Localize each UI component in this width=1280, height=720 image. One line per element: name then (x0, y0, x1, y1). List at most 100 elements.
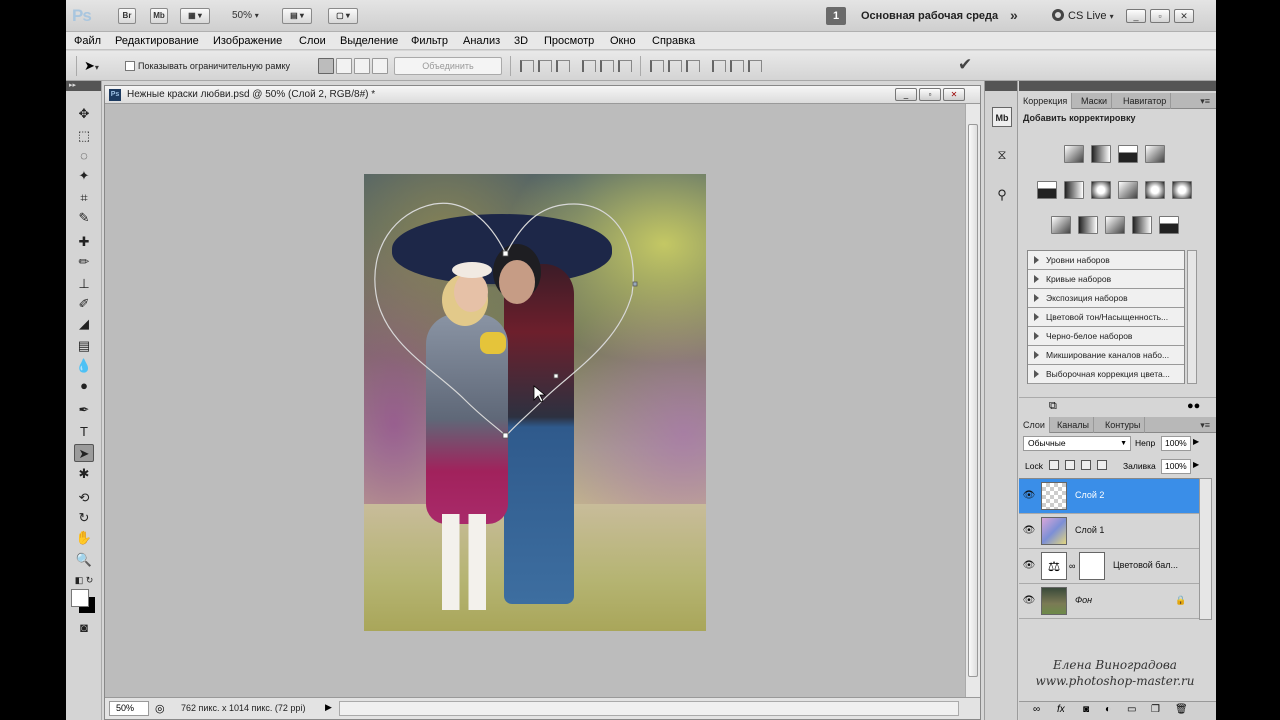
menu-filter[interactable]: Фильтр (411, 35, 448, 47)
layer-row[interactable]: 👁 ⚖ ∞ Цветовой бал... (1019, 549, 1199, 584)
new-layer-icon[interactable]: ❐ (1151, 704, 1160, 715)
new-adjustment-icon[interactable]: ◐ (1105, 704, 1111, 715)
exposure-icon[interactable] (1145, 145, 1165, 163)
view-extras-button[interactable]: ▦ ▾ (180, 8, 210, 24)
preset-item[interactable]: Цветовой тон/Насыщенность... (1028, 308, 1184, 327)
photo-canvas[interactable] (364, 174, 706, 631)
fill-field[interactable]: 100% (1161, 459, 1191, 474)
foreground-color-swatch-front[interactable] (71, 589, 89, 607)
anchor-point[interactable] (502, 432, 509, 439)
canvas-area[interactable] (105, 104, 965, 697)
view-options-icon[interactable]: ●● (1187, 400, 1200, 412)
minimize-button[interactable]: _ (1126, 9, 1146, 23)
align-hcenter-icon[interactable] (600, 60, 614, 72)
align-bottom-icon[interactable] (556, 60, 570, 72)
anchor-point[interactable] (502, 250, 509, 257)
delete-layer-icon[interactable]: 🗑 (1175, 704, 1188, 715)
document-close-button[interactable]: ✕ (943, 88, 965, 101)
preset-item[interactable]: Черно-белое наборов (1028, 327, 1184, 346)
visibility-eye-icon[interactable]: 👁 (1022, 489, 1036, 503)
distribute-bottom-icon[interactable] (686, 60, 700, 72)
combine-button[interactable]: Объединить (394, 57, 502, 75)
panels-header[interactable] (1019, 81, 1216, 91)
tab-navigator[interactable]: Навигатор (1119, 93, 1172, 109)
pen-tool-icon[interactable]: ✒ (74, 401, 94, 419)
shape-mode-add-icon[interactable] (318, 58, 334, 74)
layer-row[interactable]: 👁 Фон 🔒 (1019, 584, 1199, 619)
workspace-more-icon[interactable]: » (1010, 7, 1018, 23)
layer-row[interactable]: 👁 Слой 1 (1019, 514, 1199, 549)
document-restore-button[interactable]: ▫ (919, 88, 941, 101)
new-group-icon[interactable]: ▭ (1127, 704, 1136, 715)
visibility-eye-icon[interactable]: 👁 (1022, 559, 1036, 573)
status-menu-arrow-icon[interactable]: ▶ (325, 702, 332, 713)
menu-edit[interactable]: Редактирование (115, 35, 199, 47)
clone-stamp-tool-icon[interactable]: ⊥ (74, 275, 94, 293)
crop-tool-icon[interactable]: ⌗ (74, 189, 94, 207)
panel-menu-icon[interactable]: ▾≡ (1200, 96, 1210, 107)
lock-all-icon[interactable] (1097, 460, 1107, 470)
cs-live-button[interactable]: CS Live ▾ (1052, 9, 1114, 22)
visibility-eye-icon[interactable]: 👁 (1022, 594, 1036, 608)
history-panel-icon[interactable]: ⧖ (992, 145, 1012, 165)
heart-outline[interactable] (374, 202, 634, 437)
workspace-badge[interactable]: 1 (826, 7, 846, 25)
status-icon[interactable]: ◎ (155, 702, 165, 715)
preset-item[interactable]: Кривые наборов (1028, 270, 1184, 289)
color-balance-icon[interactable] (1091, 181, 1111, 199)
swap-colors-icon[interactable]: ◧ ↻ (74, 571, 94, 589)
invert-icon[interactable] (1051, 216, 1071, 234)
preset-item[interactable]: Микширование каналов набо... (1028, 346, 1184, 365)
menu-select[interactable]: Выделение (340, 35, 398, 47)
align-right-icon[interactable] (618, 60, 632, 72)
hand-tool-icon[interactable]: ✋ (74, 529, 94, 547)
history-brush-tool-icon[interactable]: ✐ (74, 295, 94, 313)
lasso-tool-icon[interactable]: ◌ (74, 147, 94, 165)
zoom-level-select[interactable]: 50% ▾ (232, 10, 259, 21)
tab-masks[interactable]: Маски (1077, 93, 1113, 109)
channel-mixer-icon[interactable] (1172, 181, 1192, 199)
distribute-top-icon[interactable] (650, 60, 664, 72)
opacity-field[interactable]: 100% (1161, 436, 1191, 451)
opacity-arrow-icon[interactable]: ▶ (1193, 437, 1199, 446)
icon-strip-header[interactable] (985, 81, 1017, 91)
shape-mode-subtract-icon[interactable] (336, 58, 352, 74)
align-top-icon[interactable] (520, 60, 534, 72)
brightness-contrast-icon[interactable] (1064, 145, 1084, 163)
workspace-label[interactable]: Основная рабочая среда (861, 10, 998, 22)
eraser-tool-icon[interactable]: ◢ (74, 315, 94, 333)
marquee-tool-icon[interactable]: ⬚ (74, 127, 94, 145)
align-left-icon[interactable] (582, 60, 596, 72)
zoom-field[interactable]: 50% (109, 701, 149, 716)
photo-filter-icon[interactable] (1145, 181, 1165, 199)
layers-scrollbar[interactable] (1199, 478, 1212, 620)
menu-analysis[interactable]: Анализ (463, 35, 500, 47)
preset-item[interactable]: Уровни наборов (1028, 251, 1184, 270)
levels-icon[interactable] (1091, 145, 1111, 163)
commit-checkmark-icon[interactable]: ✔ (958, 55, 972, 75)
horizontal-scrollbar[interactable] (339, 701, 959, 716)
distribute-vcenter-icon[interactable] (668, 60, 682, 72)
align-vcenter-icon[interactable] (538, 60, 552, 72)
shape-mode-intersect-icon[interactable] (354, 58, 370, 74)
hue-saturation-icon[interactable] (1064, 181, 1084, 199)
curves-icon[interactable] (1118, 145, 1138, 163)
tools-panel-header[interactable]: ▸▸ (66, 81, 101, 91)
anchor-point[interactable] (553, 373, 559, 379)
vertical-scroll-thumb[interactable] (968, 124, 978, 677)
restore-button[interactable]: ▫ (1150, 9, 1170, 23)
black-white-icon[interactable] (1118, 181, 1138, 199)
distribute-right-icon[interactable] (748, 60, 762, 72)
close-button[interactable]: ✕ (1174, 9, 1194, 23)
healing-brush-tool-icon[interactable]: ✚ (74, 233, 94, 251)
visibility-eye-icon[interactable]: 👁 (1022, 524, 1036, 538)
eyedropper-tool-icon[interactable]: ✎ (74, 209, 94, 227)
quick-mask-icon[interactable]: ◙ (74, 619, 94, 637)
vertical-scrollbar[interactable] (965, 104, 980, 697)
document-tab[interactable]: Ps Нежные краски любви.psd @ 50% (Слой 2… (105, 86, 980, 104)
blur-tool-icon[interactable]: 💧 (74, 357, 94, 375)
actions-panel-icon[interactable]: ⚲ (992, 185, 1012, 205)
preset-item[interactable]: Выборочная коррекция цвета... (1028, 365, 1184, 384)
tab-paths[interactable]: Контуры (1101, 417, 1146, 433)
layer-row[interactable]: 👁 Слой 2 (1019, 479, 1199, 514)
